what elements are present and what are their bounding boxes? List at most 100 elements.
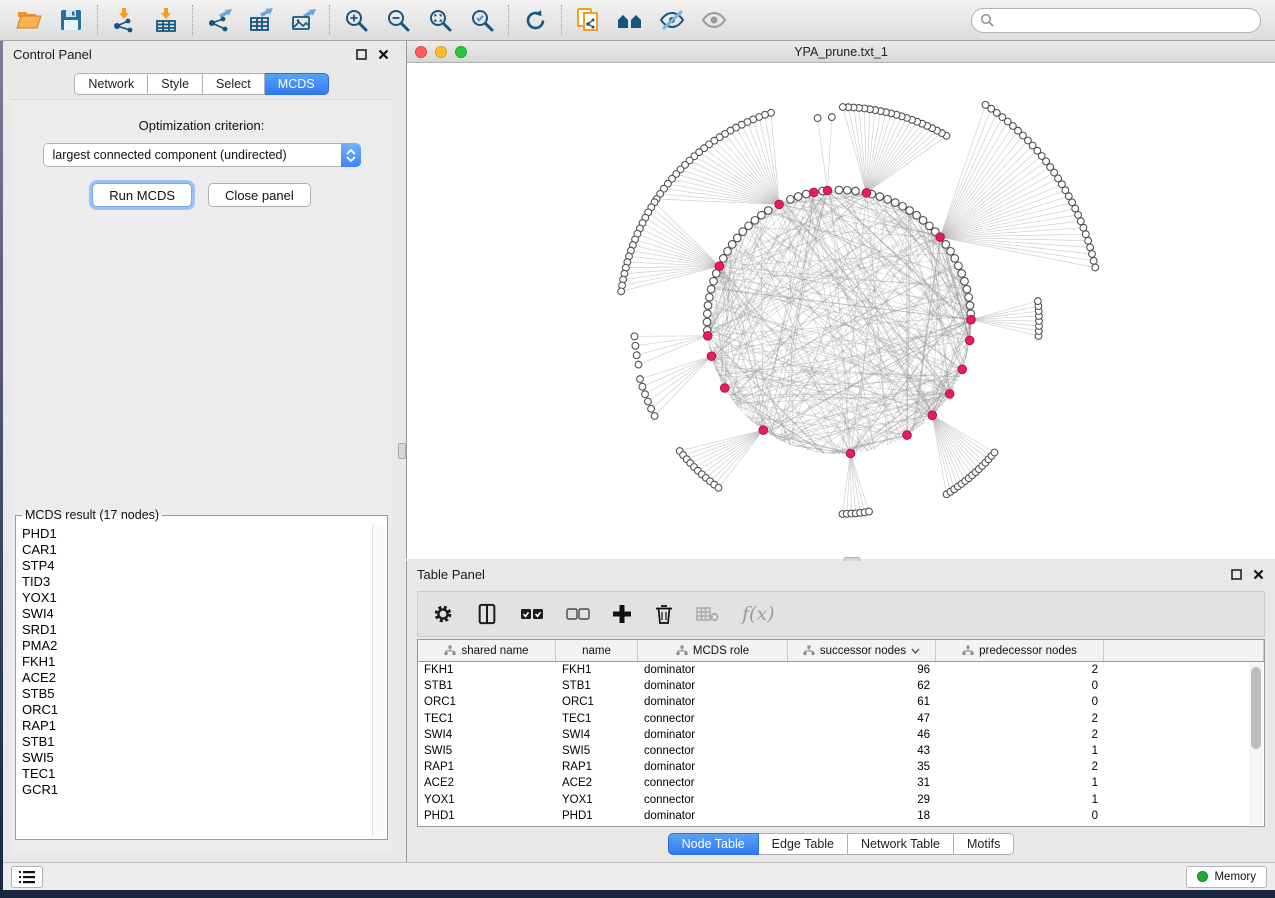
- tab-network-table[interactable]: Network Table: [848, 833, 954, 855]
- mcds-result-item[interactable]: PMA2: [22, 638, 371, 654]
- table-row[interactable]: SWI4SWI4dominator462: [418, 727, 1264, 743]
- column-header-name[interactable]: name: [556, 640, 638, 661]
- mcds-result-item[interactable]: PHD1: [22, 526, 371, 542]
- mcds-result-list[interactable]: PHD1CAR1STP4TID3YOX1SWI4SRD1PMA2FKH1ACE2…: [18, 524, 371, 837]
- control-panel-title: Control Panel: [13, 47, 92, 62]
- mcds-result-item[interactable]: STB1: [22, 734, 371, 750]
- criterion-select[interactable]: largest connected component (undirected): [43, 143, 361, 167]
- export-image-button[interactable]: [282, 3, 324, 37]
- create-column-button[interactable]: [612, 604, 632, 624]
- table-scrollbar-thumb[interactable]: [1251, 667, 1261, 749]
- memory-button[interactable]: Memory: [1186, 866, 1267, 888]
- mcds-result-item[interactable]: TID3: [22, 574, 371, 590]
- table-cell: 2: [936, 664, 1104, 676]
- column-header-mcds-role[interactable]: MCDS role: [638, 640, 788, 661]
- mcds-result-item[interactable]: RAP1: [22, 718, 371, 734]
- table-row[interactable]: YOX1YOX1connector291: [418, 792, 1264, 808]
- table-row[interactable]: ORC1ORC1dominator610: [418, 694, 1264, 710]
- open-session-button[interactable]: [8, 3, 50, 37]
- mcds-result-item[interactable]: YOX1: [22, 590, 371, 606]
- close-panel-button[interactable]: Close panel: [208, 183, 311, 207]
- table-settings-button[interactable]: [432, 603, 454, 625]
- mcds-result-scrollbar[interactable]: [372, 524, 385, 837]
- network-from-selection-button[interactable]: [567, 3, 609, 37]
- save-session-button[interactable]: [50, 3, 92, 37]
- tab-edge-table[interactable]: Edge Table: [759, 833, 848, 855]
- zoom-fit-button[interactable]: [419, 3, 461, 37]
- import-network-button[interactable]: [103, 3, 145, 37]
- float-panel-icon[interactable]: [355, 48, 368, 61]
- tab-node-table[interactable]: Node Table: [668, 833, 759, 855]
- table-cell: 18: [788, 810, 936, 822]
- import-table-button[interactable]: [145, 3, 187, 37]
- table-toolbar: f(x): [417, 591, 1265, 637]
- mcds-result-item[interactable]: CAR1: [22, 542, 371, 558]
- mcds-result-item[interactable]: TEC1: [22, 766, 371, 782]
- tab-network[interactable]: Network: [74, 73, 148, 95]
- mcds-result-item[interactable]: ORC1: [22, 702, 371, 718]
- deselect-all-columns-button[interactable]: [566, 607, 590, 621]
- tab-mcds[interactable]: MCDS: [265, 73, 329, 95]
- mcds-result-item[interactable]: GCR1: [22, 782, 371, 798]
- zoom-out-button[interactable]: [377, 3, 419, 37]
- zoom-in-icon: [344, 8, 369, 33]
- table-cell: dominator: [638, 810, 788, 822]
- apply-layout-button[interactable]: [514, 3, 556, 37]
- search-input[interactable]: [995, 13, 1252, 27]
- table-row[interactable]: ACE2ACE2connector311: [418, 775, 1264, 791]
- column-header-shared-name[interactable]: shared name: [418, 640, 556, 661]
- close-panel-icon[interactable]: [377, 48, 390, 61]
- function-builder-button-disabled: f(x): [742, 603, 775, 625]
- network-window-title: YPA_prune.txt_1: [407, 45, 1275, 59]
- table-panel: Table Panel: [406, 561, 1275, 862]
- table-cell: RAP1: [556, 761, 638, 773]
- memory-status-icon: [1197, 871, 1208, 882]
- table-row[interactable]: PHD1PHD1dominator180: [418, 808, 1264, 824]
- hide-selected-button[interactable]: [651, 3, 693, 37]
- mcds-result-item[interactable]: ACE2: [22, 670, 371, 686]
- task-history-button[interactable]: [11, 866, 43, 888]
- mcds-tab-content: Optimization criterion: largest connecte…: [11, 99, 392, 854]
- mcds-result-item[interactable]: FKH1: [22, 654, 371, 670]
- network-graph-canvas[interactable]: [407, 63, 1274, 558]
- show-columns-button[interactable]: [476, 603, 498, 625]
- first-neighbors-button[interactable]: [609, 3, 651, 37]
- mcds-result-item[interactable]: SWI4: [22, 606, 371, 622]
- search-box[interactable]: [971, 8, 1261, 33]
- tab-select[interactable]: Select: [203, 73, 265, 95]
- delete-table-button-disabled: [696, 606, 720, 622]
- zoom-selected-button[interactable]: [461, 3, 503, 37]
- table-cell: SWI5: [556, 745, 638, 757]
- table-cell: 43: [788, 745, 936, 757]
- delete-column-button[interactable]: [654, 603, 674, 625]
- column-header-successor-nodes[interactable]: successor nodes: [788, 640, 936, 661]
- tab-motifs[interactable]: Motifs: [954, 833, 1014, 855]
- mcds-result-item[interactable]: STP4: [22, 558, 371, 574]
- table-row[interactable]: TEC1TEC1connector472: [418, 711, 1264, 727]
- status-bar: Memory: [3, 862, 1275, 890]
- show-all-button[interactable]: [693, 3, 735, 37]
- float-panel-icon[interactable]: [1230, 568, 1243, 581]
- table-scrollbar[interactable]: [1249, 663, 1263, 825]
- table-row[interactable]: FKH1FKH1dominator962: [418, 662, 1264, 678]
- close-panel-icon[interactable]: [1252, 568, 1265, 581]
- table-cell: YOX1: [556, 794, 638, 806]
- mcds-result-item[interactable]: SWI5: [22, 750, 371, 766]
- vertical-splitter-handle[interactable]: [398, 443, 406, 459]
- node-table-body: FKH1FKH1dominator962STB1STB1dominator620…: [418, 662, 1264, 824]
- node-table: shared name name MCDS role successor nod…: [417, 639, 1265, 827]
- select-all-columns-button[interactable]: [520, 607, 544, 621]
- tab-style[interactable]: Style: [148, 73, 203, 95]
- table-row[interactable]: STB1STB1dominator620: [418, 678, 1264, 694]
- export-network-button[interactable]: [198, 3, 240, 37]
- run-mcds-button[interactable]: Run MCDS: [92, 183, 192, 207]
- mcds-result-item[interactable]: SRD1: [22, 622, 371, 638]
- mcds-result-item[interactable]: STB5: [22, 686, 371, 702]
- table-cell: 1: [936, 794, 1104, 806]
- table-row[interactable]: SWI5SWI5connector431: [418, 743, 1264, 759]
- zoom-in-button[interactable]: [335, 3, 377, 37]
- eye-icon: [701, 8, 728, 32]
- column-header-predecessor-nodes[interactable]: predecessor nodes: [936, 640, 1104, 661]
- export-table-button[interactable]: [240, 3, 282, 37]
- table-row[interactable]: RAP1RAP1dominator352: [418, 759, 1264, 775]
